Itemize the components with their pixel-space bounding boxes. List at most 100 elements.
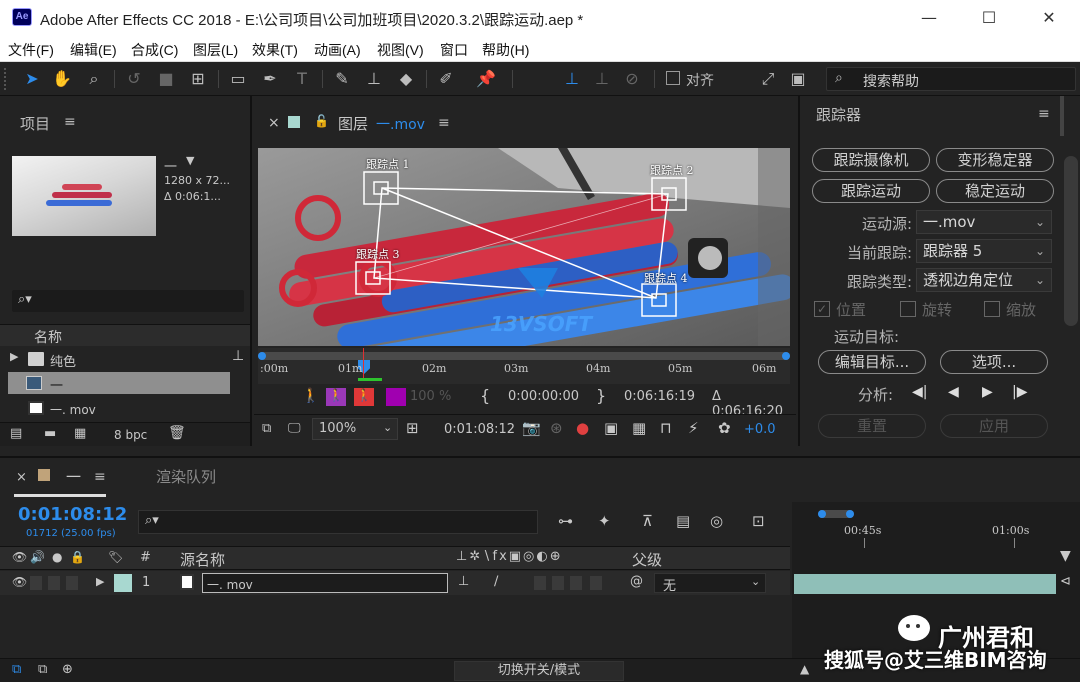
list-item[interactable]: 一 [8,372,230,394]
menu-help[interactable]: 帮助(H) [482,40,529,60]
always-preview-icon[interactable]: ⧉ [262,421,271,436]
edit-target-button[interactable]: 编辑目标... [818,350,926,374]
shy-switch-icon[interactable]: ⊥ [458,574,469,589]
footage-view[interactable]: 跟踪点 1 跟踪点 2 跟踪点 3 跟踪点 4 13VSOFT [258,148,790,346]
toggle-switches-modes-button[interactable]: 切换开关/模式 [454,661,624,681]
exposure-value[interactable]: +0.0 [744,422,776,437]
switch-toggle[interactable] [552,576,564,590]
brush-tool-icon[interactable]: ✎ [330,68,354,90]
new-composition-icon[interactable]: ▦ [74,426,86,441]
solo-view-icon[interactable]: 🚶 [326,388,346,406]
quality-switch-icon[interactable]: ∕ [494,574,498,589]
set-out-point-icon[interactable]: } [596,386,606,405]
set-in-point-icon[interactable]: { [480,386,490,405]
render-queue-tab[interactable]: 渲染队列 [156,466,216,487]
lock-icon[interactable]: 🔒 [70,550,85,564]
pen-tool-icon[interactable]: ✒ [258,68,282,90]
solo-view-icon[interactable]: 🚶 [354,388,374,406]
menu-composition[interactable]: 合成(C) [131,40,178,60]
track-type-select[interactable]: 透视边角定位 ⌄ [916,268,1052,292]
list-item[interactable]: 一. mov [0,398,250,420]
chevron-down-icon[interactable]: ▼ [186,154,194,167]
tracker-panel-title[interactable]: 跟踪器 [816,104,861,125]
audio-toggle[interactable] [30,576,42,590]
motion-blur-icon[interactable]: ◎ [710,512,723,530]
options-button[interactable]: 选项... [940,350,1048,374]
comp-tab-label[interactable]: 一 [66,466,81,487]
current-time[interactable]: 0:01:08:12 [444,422,515,437]
visibility-icon[interactable]: 👁 [12,550,27,564]
position-checkbox[interactable]: ✓ [814,301,830,317]
zoom-tool-icon[interactable]: ⌕ [82,68,106,90]
list-item[interactable]: ▶ 纯色 [0,348,250,370]
pick-whip-icon[interactable]: @ [630,574,643,589]
in-point-handle[interactable] [258,352,266,360]
snapshot-icon[interactable]: 📷 [522,419,541,437]
lock-icon[interactable]: 🔓 [314,114,329,128]
menu-window[interactable]: 窗口 [440,40,468,60]
close-tab-icon[interactable]: × [268,115,280,131]
panel-menu-icon[interactable]: ≡ [64,114,76,130]
panel-menu-icon[interactable]: ≡ [1038,106,1050,122]
new-folder-icon[interactable]: ▬ [44,426,56,441]
eraser-tool-icon[interactable]: ◆ [394,68,418,90]
fast-preview-icon[interactable]: ⚡ [688,419,699,437]
out-point-handle[interactable] [782,352,790,360]
help-search-field[interactable]: ⌕ 搜索帮助 [826,67,1076,91]
switch-toggle[interactable] [534,576,546,590]
current-timecode[interactable]: 0:01:08:12 [18,504,127,525]
solo-icon[interactable]: ● [52,550,62,564]
switch-toggle[interactable] [590,576,602,590]
panel-menu-icon[interactable]: ≡ [94,469,106,485]
workspace-icon[interactable]: ▣ [786,68,810,90]
rotate-tool-icon[interactable]: ↺ [122,68,146,90]
analyze-forward-one-frame-icon[interactable]: |▶ [1012,384,1027,400]
label-icon[interactable]: 🏷 [108,550,123,564]
warp-stabilizer-button[interactable]: 变形稳定器 [936,148,1054,172]
zoom-select[interactable]: 100% ⌄ [312,418,398,440]
expand-icon[interactable]: ⤢ [756,68,780,90]
current-track-select[interactable]: 跟踪器 5 ⌄ [916,239,1052,263]
trash-icon[interactable]: 🗑 [168,425,186,441]
track-motion-button[interactable]: 跟踪运动 [812,179,930,203]
analyze-forward-icon[interactable]: ▶ [982,384,993,400]
layer-time-ruler[interactable]: :00m 01m 02m 03m 04m 05m 06m [258,348,790,384]
hand-tool-icon[interactable]: ✋ [50,68,74,90]
apply-button[interactable]: 应用 [940,414,1048,438]
clone-stamp-tool-icon[interactable]: ⊥ [362,68,386,90]
viewer-tab-name[interactable]: 一.mov [376,114,425,134]
parent-header[interactable]: 父级 [632,549,662,570]
maximize-button[interactable]: ☐ [966,4,1012,32]
switch-toggle[interactable] [570,576,582,590]
align-checkbox[interactable] [666,71,680,85]
region-of-interest-icon[interactable]: ▣ [604,419,618,437]
comp-mini-flowchart-icon[interactable]: ⊶ [558,512,573,530]
project-search-input[interactable]: ⌕▾ [12,290,244,312]
motion-source-select[interactable]: 一.mov ⌄ [916,210,1052,234]
track-camera-button[interactable]: 跟踪摄像机 [812,148,930,172]
scale-checkbox[interactable] [984,301,1000,317]
comp-marker-icon[interactable]: ▼ [1060,548,1071,564]
panel-menu-icon[interactable]: ≡ [438,115,450,131]
close-button[interactable]: ✕ [1026,4,1072,32]
menu-view[interactable]: 视图(V) [377,40,424,60]
transparency-grid-icon[interactable]: ▦ [632,419,646,437]
color-swatch-icon[interactable] [386,388,406,406]
menu-animation[interactable]: 动画(A) [314,40,361,60]
lock-toggle[interactable] [66,576,78,590]
scrollbar-thumb[interactable] [1060,96,1064,136]
selection-tool-icon[interactable]: ➤ [20,68,44,90]
rectangle-tool-icon[interactable]: ▭ [226,68,250,90]
layer-label-color[interactable] [114,574,132,592]
reset-exposure-icon[interactable]: ✿ [718,419,731,437]
graph-editor-icon[interactable]: ⊡ [752,512,765,530]
solo-toggle[interactable] [48,576,60,590]
draft-3d-icon[interactable]: ✦ [598,512,611,530]
safe-zones-icon[interactable]: ⊞ [406,419,419,437]
puppet-pin-tool-icon[interactable]: 📌 [474,68,498,90]
world-axis-mode-icon[interactable]: ⊥ [590,68,614,90]
reset-button[interactable]: 重置 [818,414,926,438]
show-snapshot-icon[interactable]: ⊛ [550,419,563,437]
transfer-controls-icon[interactable]: ⧉ [38,662,47,677]
name-column-header[interactable]: 名称 [34,327,62,347]
